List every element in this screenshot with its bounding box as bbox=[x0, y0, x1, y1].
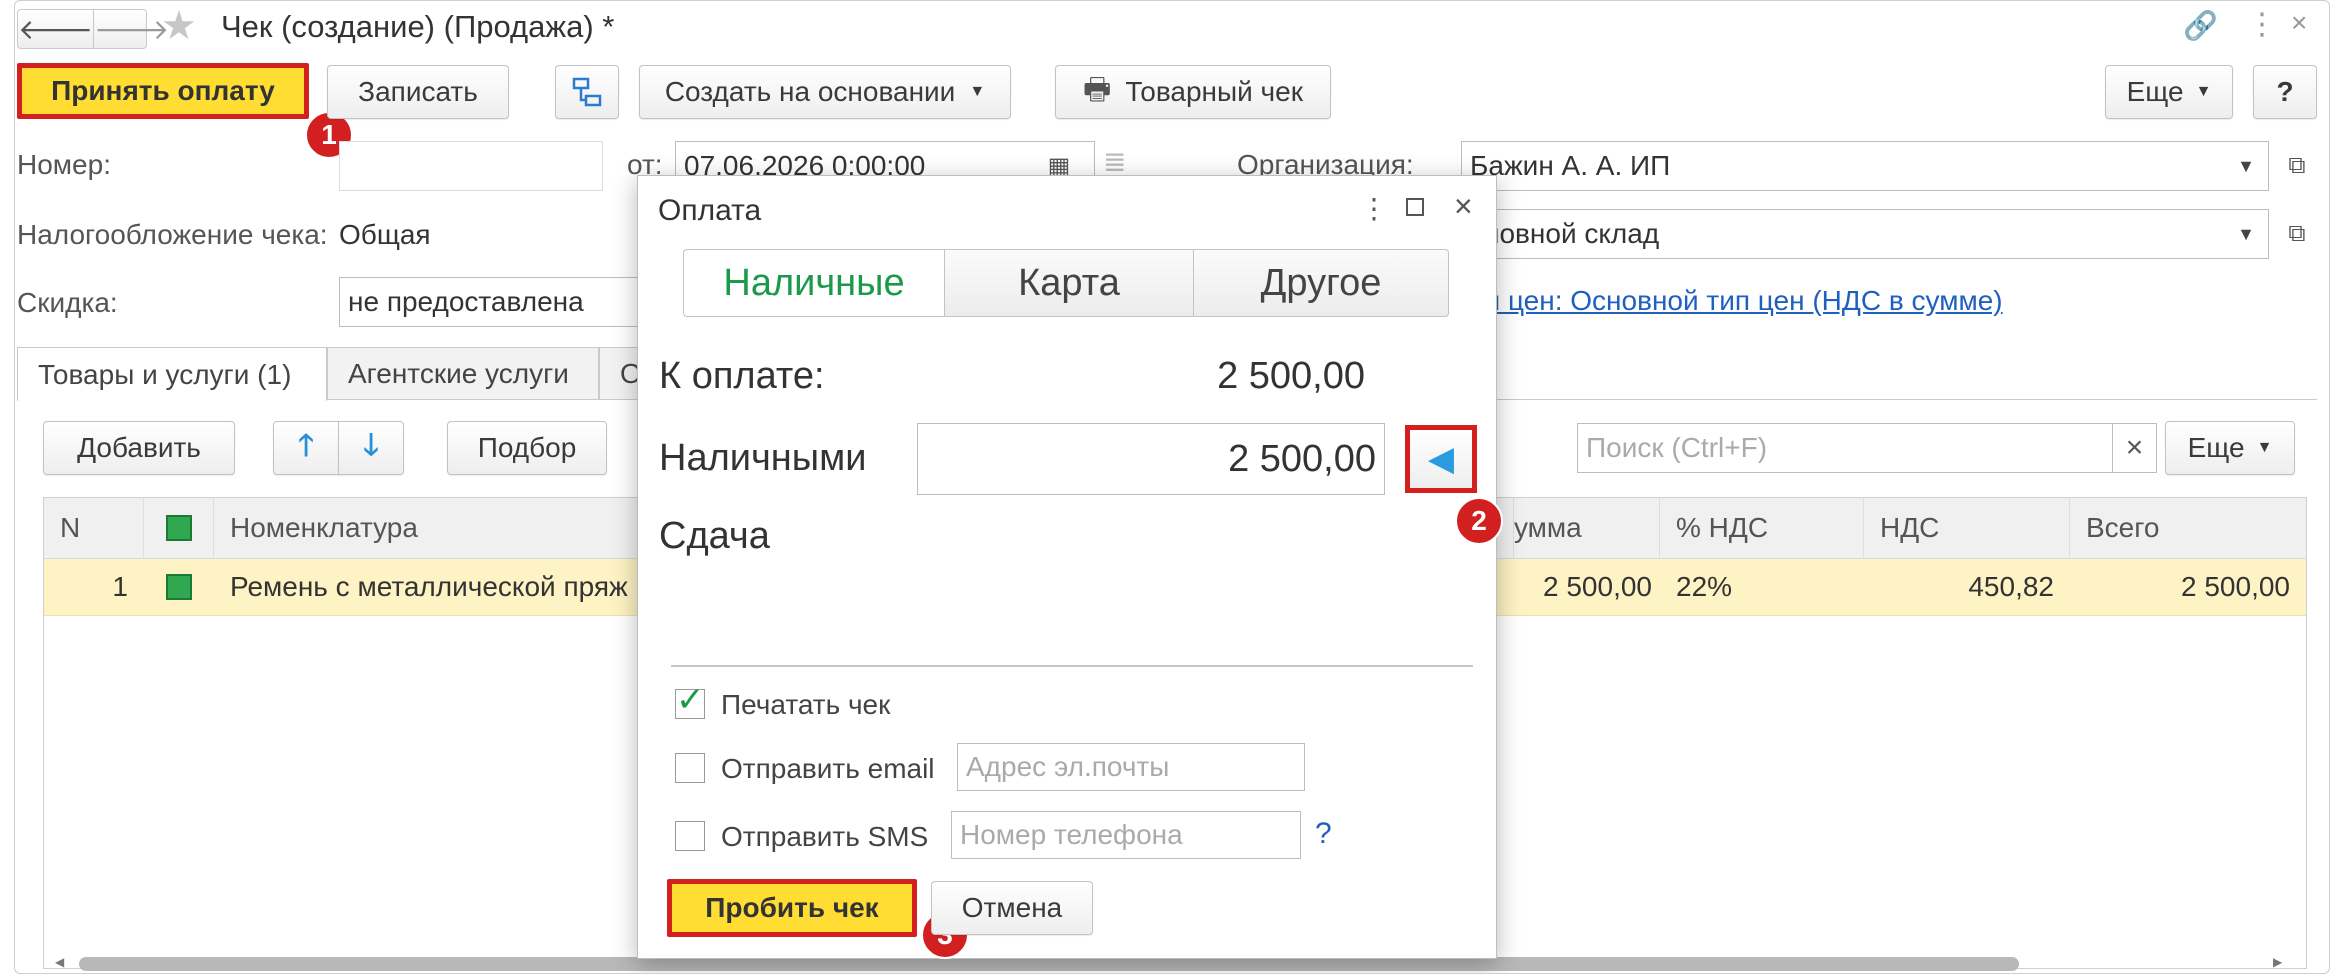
send-sms-label: Отправить SMS bbox=[721, 821, 929, 852]
number-label: Номер: bbox=[17, 149, 111, 180]
dialog-close-icon[interactable]: × bbox=[1454, 188, 1473, 225]
sms-help-link[interactable]: ? bbox=[1315, 817, 1332, 851]
to-pay-label: К оплате: bbox=[659, 355, 825, 397]
link-icon[interactable]: 🔗 bbox=[2183, 9, 2218, 42]
scroll-right-icon[interactable]: ▶ bbox=[2273, 955, 2282, 969]
discount-field[interactable]: не предоставлена bbox=[339, 277, 659, 327]
move-up-button[interactable]: 🡑 bbox=[273, 421, 339, 475]
price-type-link[interactable]: п цен: Основной тип цен (НДС в сумме) bbox=[1485, 285, 2003, 317]
move-down-button[interactable]: 🡓 bbox=[338, 421, 404, 475]
send-email-label: Отправить email bbox=[721, 753, 935, 784]
checkmark-icon: ✓ bbox=[676, 681, 705, 719]
more-vert-icon[interactable]: ⋮ bbox=[2247, 7, 2277, 42]
cell-icon bbox=[144, 559, 214, 615]
back-icon[interactable]: 🡐 bbox=[18, 10, 95, 48]
add-button[interactable]: Добавить bbox=[43, 421, 235, 475]
more-label: Еще bbox=[2126, 76, 2184, 107]
open-icon[interactable]: ⧉ bbox=[2277, 143, 2317, 189]
tab-other-payment[interactable]: Другое bbox=[1193, 249, 1449, 317]
dialog-maximize-icon[interactable] bbox=[1406, 198, 1424, 216]
fill-amount-button[interactable]: ◀ bbox=[1405, 425, 1477, 493]
cell-n: 1 bbox=[112, 571, 128, 602]
print-receipt-checkbox[interactable]: ✓ bbox=[675, 681, 705, 719]
cash-input-value: 2 500,00 bbox=[1228, 437, 1376, 480]
save-button[interactable]: Записать bbox=[327, 65, 509, 119]
tab-goods-services[interactable]: Товары и услуги (1) bbox=[17, 347, 327, 401]
search-input[interactable]: Поиск (Ctrl+F) bbox=[1577, 423, 2113, 473]
help-button[interactable]: ? bbox=[2253, 65, 2317, 119]
nav-buttons: 🡐 🡒 bbox=[17, 9, 169, 49]
window-title: Чек (создание) (Продажа) * bbox=[221, 9, 615, 44]
discount-label: Скидка: bbox=[17, 287, 118, 318]
arrow-up-icon: 🡑 bbox=[298, 428, 314, 462]
dialog-separator bbox=[671, 665, 1473, 667]
punch-receipt-button[interactable]: Пробить чек bbox=[667, 879, 917, 937]
barcode-icon bbox=[165, 515, 192, 541]
to-pay-value: 2 500,00 bbox=[1217, 355, 1365, 397]
main-window: 🡐 🡒 ★ Чек (создание) (Продажа) * 🔗 ⋮ × П… bbox=[14, 0, 2330, 974]
chevron-down-icon: ▼ bbox=[969, 83, 986, 100]
step-marker-2: 2 bbox=[1455, 497, 1503, 545]
create-based-on-label: Создать на основании bbox=[664, 76, 956, 107]
scroll-left-icon[interactable]: ◀ bbox=[55, 955, 64, 969]
horizontal-scrollbar[interactable] bbox=[79, 957, 2019, 971]
tab-cash[interactable]: Наличные bbox=[683, 249, 945, 317]
create-based-on-button[interactable]: Создать на основании ▼ bbox=[639, 65, 1011, 119]
phone-field[interactable]: Номер телефона bbox=[951, 811, 1301, 859]
tab-card[interactable]: Карта bbox=[944, 249, 1194, 317]
dialog-menu-icon[interactable]: ⋮ bbox=[1360, 192, 1388, 225]
cell-vat: 450,82 bbox=[1968, 571, 2054, 602]
number-field[interactable] bbox=[339, 141, 603, 191]
table-more-button[interactable]: Еще ▼ bbox=[2165, 421, 2295, 475]
send-sms-checkbox[interactable] bbox=[675, 821, 705, 851]
pick-button[interactable]: Подбор bbox=[447, 421, 607, 475]
barcode-icon bbox=[166, 574, 192, 600]
arrow-down-icon: 🡓 bbox=[363, 428, 379, 462]
header-n: N bbox=[44, 498, 144, 558]
chevron-down-icon: ▼ bbox=[2195, 83, 2212, 100]
sales-receipt-label: Товарный чек bbox=[1125, 76, 1303, 107]
close-icon[interactable]: × bbox=[2291, 7, 2307, 39]
sales-receipt-button[interactable]: 🖶 Товарный чек bbox=[1055, 65, 1331, 119]
dialog-title: Оплата bbox=[658, 194, 762, 227]
header-icon bbox=[144, 498, 214, 558]
cell-sum: 2 500,00 bbox=[1543, 571, 1652, 602]
chevron-down-icon[interactable]: ▼ bbox=[2227, 211, 2265, 257]
open-icon[interactable]: ⧉ bbox=[2277, 211, 2317, 257]
cash-input[interactable]: 2 500,00 bbox=[917, 423, 1385, 495]
accept-payment-button[interactable]: Принять оплату bbox=[17, 63, 309, 119]
header-sum: умма bbox=[1514, 498, 1660, 558]
chevron-down-icon[interactable]: ▼ bbox=[2227, 143, 2265, 189]
email-field[interactable]: Адрес эл.почты bbox=[957, 743, 1305, 791]
arrow-left-icon: ◀ bbox=[1427, 440, 1455, 478]
tab-agent-services[interactable]: Агентские услуги bbox=[327, 347, 599, 399]
header-total: Всего bbox=[2086, 512, 2160, 543]
send-email-checkbox[interactable] bbox=[675, 753, 705, 783]
printer-icon: 🖶 bbox=[1083, 72, 1112, 106]
table-more-label: Еще bbox=[2187, 432, 2245, 463]
more-button[interactable]: Еще ▼ bbox=[2105, 65, 2233, 119]
chevron-down-icon: ▼ bbox=[2256, 439, 2273, 456]
forward-icon[interactable]: 🡒 bbox=[94, 10, 169, 48]
change-label: Сдача bbox=[659, 515, 770, 557]
warehouse-field[interactable]: сновной склад bbox=[1461, 209, 2269, 259]
header-vat: НДС bbox=[1864, 498, 2070, 558]
clear-search-icon[interactable]: × bbox=[2113, 423, 2157, 473]
tax-value: Общая bbox=[339, 219, 431, 250]
header-vat-rate: % НДС bbox=[1660, 498, 1864, 558]
cell-total: 2 500,00 bbox=[2181, 571, 2290, 602]
organization-field[interactable]: Бажин А. А. ИП bbox=[1461, 141, 2269, 191]
structure-icon[interactable] bbox=[555, 65, 619, 119]
cash-label: Наличными bbox=[659, 437, 867, 479]
print-receipt-label: Печатать чек bbox=[721, 689, 891, 720]
document-icon[interactable]: ≣ bbox=[1103, 145, 1126, 178]
tax-label: Налогообложение чека: bbox=[17, 219, 328, 250]
cell-vat-rate: 22% bbox=[1676, 571, 1733, 602]
star-icon[interactable]: ★ bbox=[161, 3, 197, 49]
cancel-button[interactable]: Отмена bbox=[931, 881, 1093, 935]
